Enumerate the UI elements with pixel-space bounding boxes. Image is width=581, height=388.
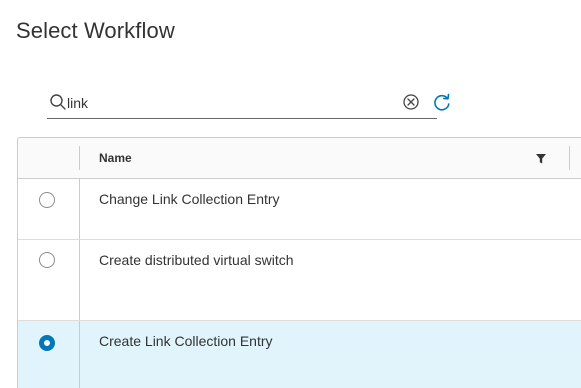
column-separator [79, 146, 80, 170]
search-input[interactable] [67, 93, 367, 113]
row-name: Change Link Collection Entry [99, 191, 280, 207]
page-title: Select Workflow [16, 18, 175, 43]
row-radio[interactable] [39, 252, 55, 268]
table-row[interactable]: Create distributed virtual switch [18, 240, 581, 321]
column-separator [79, 179, 80, 239]
row-radio[interactable] [39, 192, 55, 208]
clear-icon[interactable] [402, 93, 420, 111]
search-icon [49, 93, 67, 111]
column-separator [79, 321, 80, 388]
filter-icon[interactable] [534, 152, 548, 164]
grid-header: Name [18, 138, 581, 179]
search-bar [47, 90, 437, 119]
table-row[interactable]: Change Link Collection Entry [18, 179, 581, 240]
column-header-name[interactable]: Name [99, 151, 132, 165]
workflow-grid: Name Change Link Collection Entry Create… [17, 137, 581, 388]
column-resize-handle[interactable] [569, 146, 570, 170]
refresh-icon[interactable] [432, 92, 452, 112]
row-name: Create distributed virtual switch [99, 252, 294, 268]
row-name: Create Link Collection Entry [99, 333, 273, 349]
row-radio-checked[interactable] [39, 335, 55, 351]
column-separator [79, 240, 80, 320]
table-row-selected[interactable]: Create Link Collection Entry [18, 321, 581, 388]
